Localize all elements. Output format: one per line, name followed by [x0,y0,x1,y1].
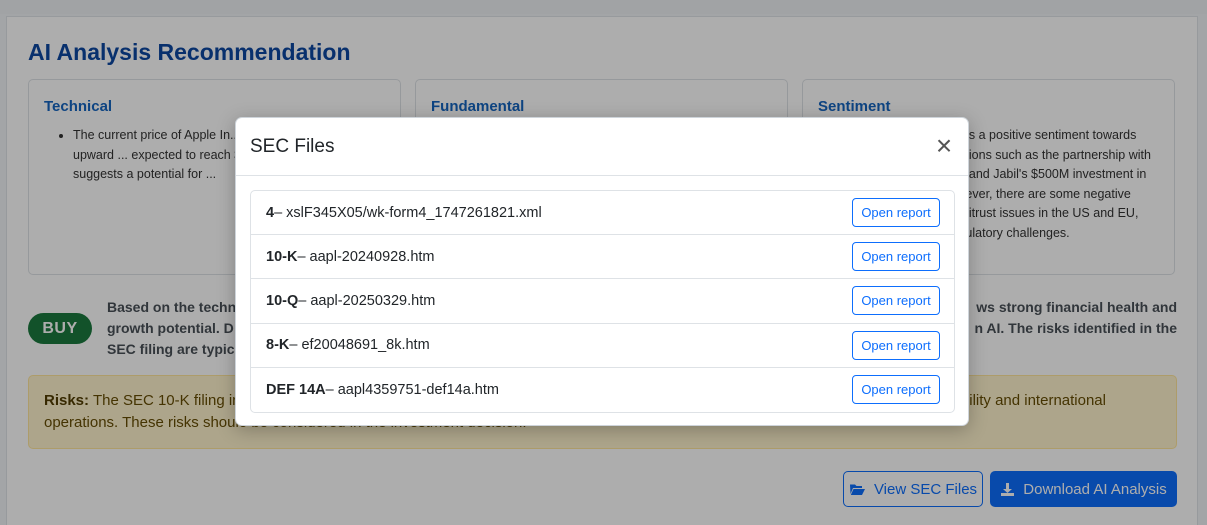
open-report-button[interactable]: Open report [852,374,940,404]
list-item: 4 – xslF345X05/wk-form4_1747261821.xml O… [251,191,954,236]
file-name: – aapl-20250329.htm [298,292,436,309]
file-name: – xslF345X05/wk-form4_1747261821.xml [274,204,542,221]
file-name: – aapl4359751-def14a.htm [325,381,499,398]
list-item: 8-K – ef20048691_8k.htm Open report [251,324,954,368]
modal-title: SEC Files [250,136,335,157]
sec-files-modal: SEC Files × 4 – xslF345X05/wk-form4_1747… [235,117,969,426]
file-form: 10-Q [266,292,299,309]
list-item: DEF 14A – aapl4359751-def14a.htm Open re… [251,368,954,412]
list-item: 10-Q – aapl-20250329.htm Open report [251,279,954,324]
open-report-button[interactable]: Open report [852,330,940,360]
close-icon[interactable]: × [932,132,956,160]
open-report-button[interactable]: Open report [852,286,940,316]
file-name: – aapl-20240928.htm [297,248,435,265]
file-name: – ef20048691_8k.htm [289,337,430,354]
file-form: DEF 14A [266,381,326,398]
file-form: 8-K [266,337,290,354]
file-form: 10-K [266,248,298,265]
list-item: 10-K – aapl-20240928.htm Open report [251,235,954,280]
modal-header: SEC Files × [236,118,968,176]
open-report-button[interactable]: Open report [852,242,940,272]
file-form: 4 [266,204,275,221]
open-report-button[interactable]: Open report [852,198,940,227]
sec-file-list: 4 – xslF345X05/wk-form4_1747261821.xml O… [250,190,955,413]
